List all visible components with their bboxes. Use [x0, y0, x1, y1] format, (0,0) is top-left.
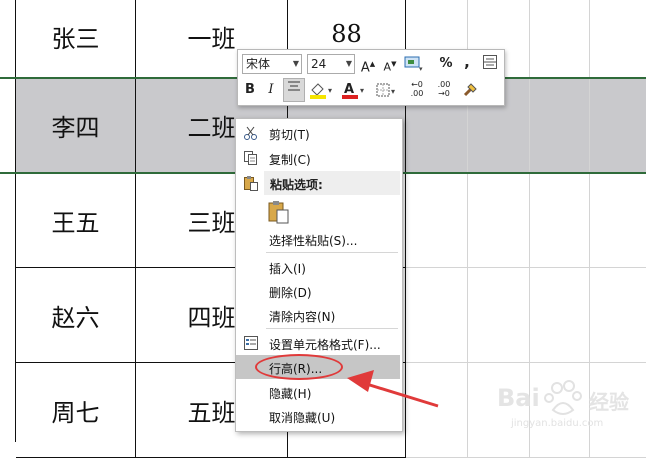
annotation-arrow-icon: [347, 370, 439, 408]
